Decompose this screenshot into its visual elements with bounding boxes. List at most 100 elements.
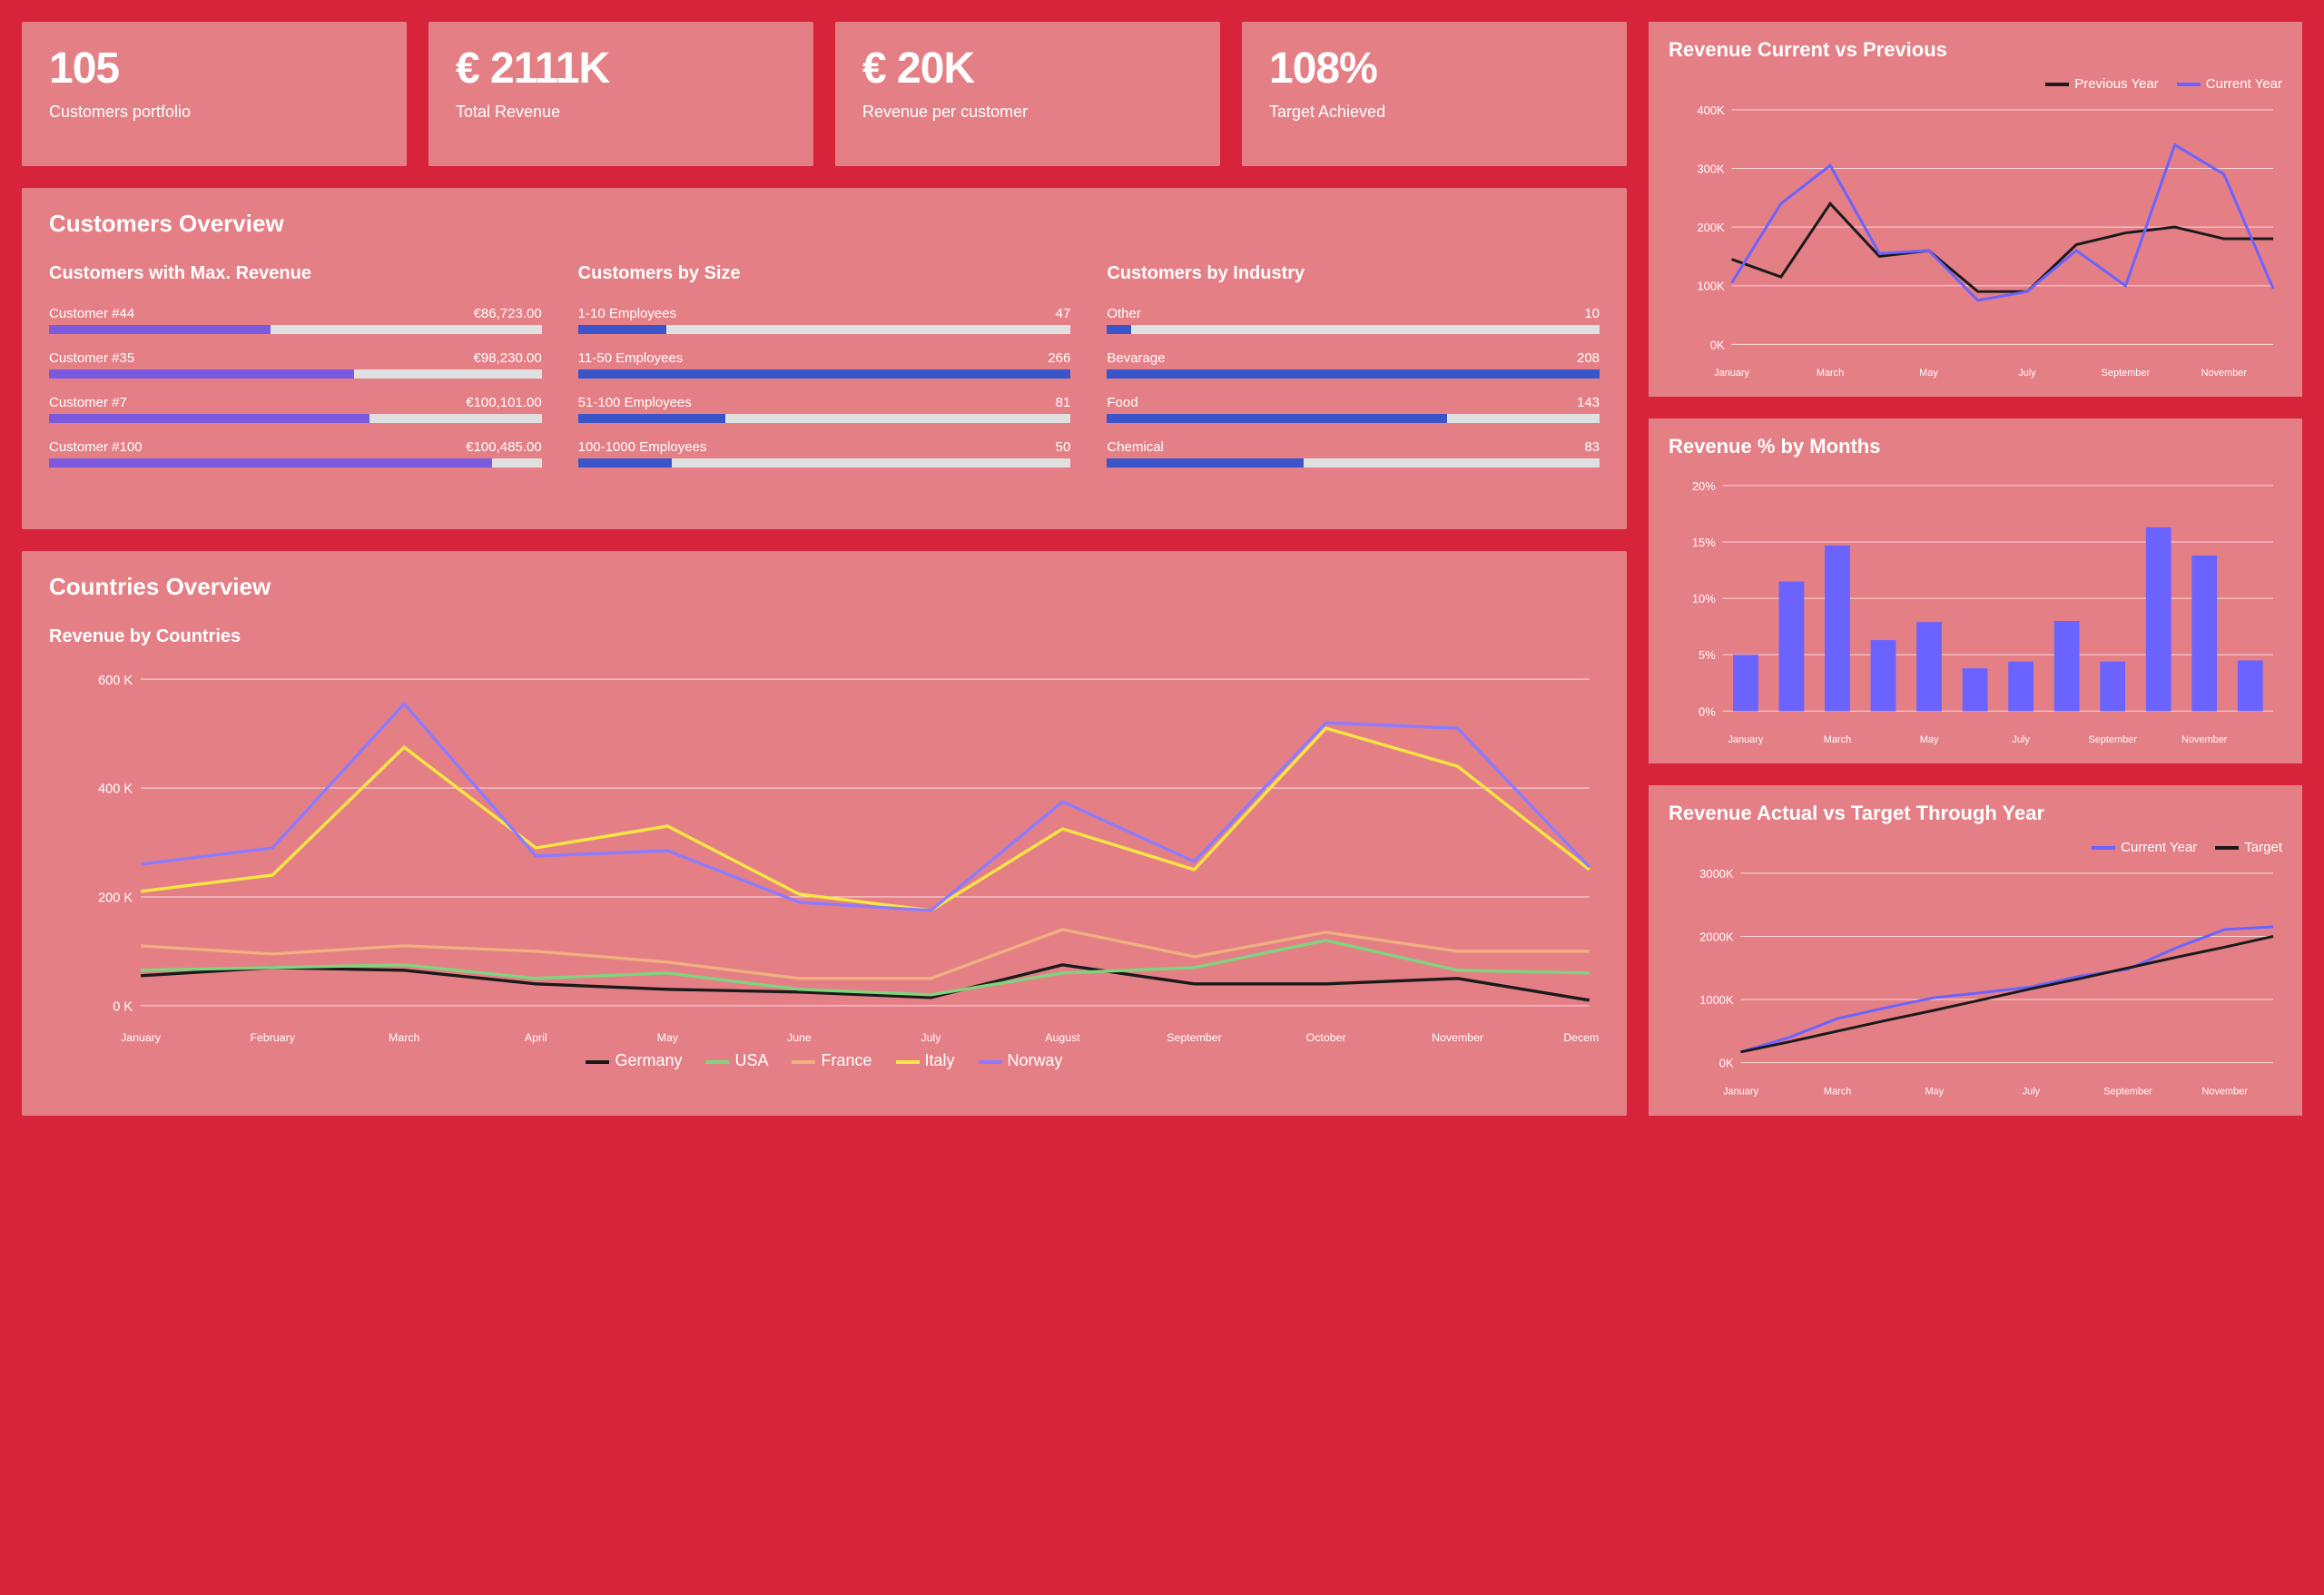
svg-text:February: February: [250, 1031, 295, 1044]
bar-value: 83: [1584, 439, 1600, 455]
svg-text:200K: 200K: [1697, 221, 1725, 234]
svg-text:July: July: [2012, 734, 2030, 745]
bar-value: 81: [1056, 395, 1071, 410]
bar-row: 100-1000 Employees 50: [578, 439, 1071, 468]
bar-track: [578, 325, 1071, 334]
svg-text:400K: 400K: [1697, 103, 1725, 117]
chart-legend: GermanyUSAFranceItalyNorway: [49, 1051, 1600, 1070]
bar-label: Other: [1107, 306, 1141, 321]
svg-text:May: May: [1920, 734, 1939, 745]
bar-row: Customer #44€86,723.00: [49, 306, 542, 334]
legend-item: Current Year: [2092, 840, 2197, 855]
bar-row: 1-10 Employees47: [578, 306, 1071, 334]
bar-value: 208: [1577, 350, 1600, 366]
chart-revenue-pct-by-months: Revenue % by Months 0%5%10%15%20%January…: [1649, 418, 2302, 763]
svg-text:400 K: 400 K: [98, 782, 133, 796]
legend-item: USA: [705, 1051, 768, 1070]
kpi-revenue-per-customer: € 20K Revenue per customer: [835, 22, 1220, 166]
bar-label: 11-50 Employees: [578, 350, 684, 366]
svg-text:July: July: [2023, 1087, 2041, 1098]
bar-label: 100-1000 Employees: [578, 439, 707, 455]
bar-row: Food143: [1107, 395, 1600, 423]
bar-label: Chemical: [1107, 439, 1164, 455]
svg-text:January: January: [1723, 1087, 1758, 1098]
kpi-value: € 2111K: [456, 44, 786, 94]
legend-item: Previous Year: [2045, 76, 2159, 92]
customers-overview: Customers Overview Customers with Max. R…: [22, 188, 1627, 528]
svg-text:1000K: 1000K: [1699, 993, 1734, 1007]
bar-value: €100,485.00: [466, 439, 541, 455]
svg-text:March: March: [389, 1031, 419, 1044]
bar-track: [1107, 325, 1600, 334]
bar-track: [578, 369, 1071, 379]
svg-text:January: January: [1728, 734, 1763, 745]
bar-value: 50: [1056, 439, 1071, 455]
chart-revenue-actual-vs-target: Revenue Actual vs Target Through Year Cu…: [1649, 785, 2302, 1115]
svg-text:January: January: [1714, 368, 1749, 379]
kpi-value: € 20K: [862, 44, 1193, 94]
bar-label: Customer #100: [49, 439, 143, 455]
svg-text:10%: 10%: [1692, 592, 1716, 606]
svg-text:200 K: 200 K: [98, 891, 133, 905]
bar-label: Customer #35: [49, 350, 134, 366]
bar-track: [49, 458, 542, 468]
customers-by-industry: Customers by Industry Other10 Bevarage20…: [1107, 263, 1600, 484]
svg-text:0K: 0K: [1719, 1057, 1734, 1070]
countries-overview: Countries Overview Revenue by Countries …: [22, 551, 1627, 1116]
bar-track: [49, 369, 542, 379]
legend-item: France: [792, 1051, 872, 1070]
svg-text:5%: 5%: [1699, 648, 1716, 662]
svg-text:November: November: [2202, 1087, 2249, 1098]
kpi-value: 108%: [1269, 44, 1600, 94]
chart-canvas: 0K1000K2000K3000KJanuaryMarchMayJulySept…: [1669, 855, 2282, 1098]
legend-item: Target: [2215, 840, 2282, 855]
subsection-title: Customers with Max. Revenue: [49, 263, 542, 284]
bar-label: 51-100 Employees: [578, 395, 692, 410]
kpi-target-achieved: 108% Target Achieved: [1242, 22, 1627, 166]
bar-label: Food: [1107, 395, 1137, 410]
bar-value: €86,723.00: [474, 306, 542, 321]
svg-text:March: March: [1824, 734, 1851, 745]
customers-max-revenue: Customers with Max. Revenue Customer #44…: [49, 263, 542, 484]
svg-text:May: May: [1919, 368, 1938, 379]
bar-value: €100,101.00: [466, 395, 541, 410]
bar-row: Customer #7 €100,101.00: [49, 395, 542, 423]
svg-text:March: March: [1817, 368, 1844, 379]
bar-row: Other 10: [1107, 306, 1600, 334]
legend-item: Italy: [896, 1051, 955, 1070]
customers-by-size: Customers by Size 1-10 Employees47 11-50…: [578, 263, 1071, 484]
bar-track: [578, 458, 1071, 468]
legend-item: Current Year: [2177, 76, 2282, 92]
legend-item: Norway: [979, 1051, 1063, 1070]
svg-text:December: December: [1563, 1031, 1600, 1044]
svg-text:May: May: [1925, 1087, 1944, 1098]
svg-text:November: November: [2201, 368, 2248, 379]
chart-title: Revenue by Countries: [49, 626, 1600, 647]
svg-text:3000K: 3000K: [1699, 867, 1734, 881]
bar-label: Customer #7: [49, 395, 127, 410]
chart-title: Revenue Current vs Previous: [1669, 38, 2282, 62]
kpi-value: 105: [49, 44, 379, 94]
svg-text:July: July: [2018, 368, 2036, 379]
bar-row: Customer #35 €98,230.00: [49, 350, 542, 379]
bar-value: 10: [1584, 306, 1600, 321]
bar-track: [49, 414, 542, 423]
kpi-label: Revenue per customer: [862, 103, 1193, 122]
svg-text:November: November: [1432, 1031, 1483, 1044]
chart-title: Revenue % by Months: [1669, 435, 2282, 458]
svg-text:600 K: 600 K: [98, 673, 133, 687]
svg-text:June: June: [787, 1031, 812, 1044]
svg-text:September: September: [2102, 368, 2151, 379]
chart-title: Revenue Actual vs Target Through Year: [1669, 802, 2282, 825]
svg-text:September: September: [2088, 734, 2137, 745]
svg-text:September: September: [1167, 1031, 1221, 1044]
bar-row: Bevarage208: [1107, 350, 1600, 379]
chart-canvas: 0%5%10%15%20%JanuaryMarchMayJulySeptembe…: [1669, 468, 2282, 747]
svg-text:November: November: [2181, 734, 2228, 745]
svg-text:2000K: 2000K: [1699, 930, 1734, 944]
bar-track: [1107, 414, 1600, 423]
svg-text:0K: 0K: [1710, 338, 1725, 351]
kpi-label: Target Achieved: [1269, 103, 1600, 122]
bar-row: 11-50 Employees266: [578, 350, 1071, 379]
bar-value: €98,230.00: [474, 350, 542, 366]
